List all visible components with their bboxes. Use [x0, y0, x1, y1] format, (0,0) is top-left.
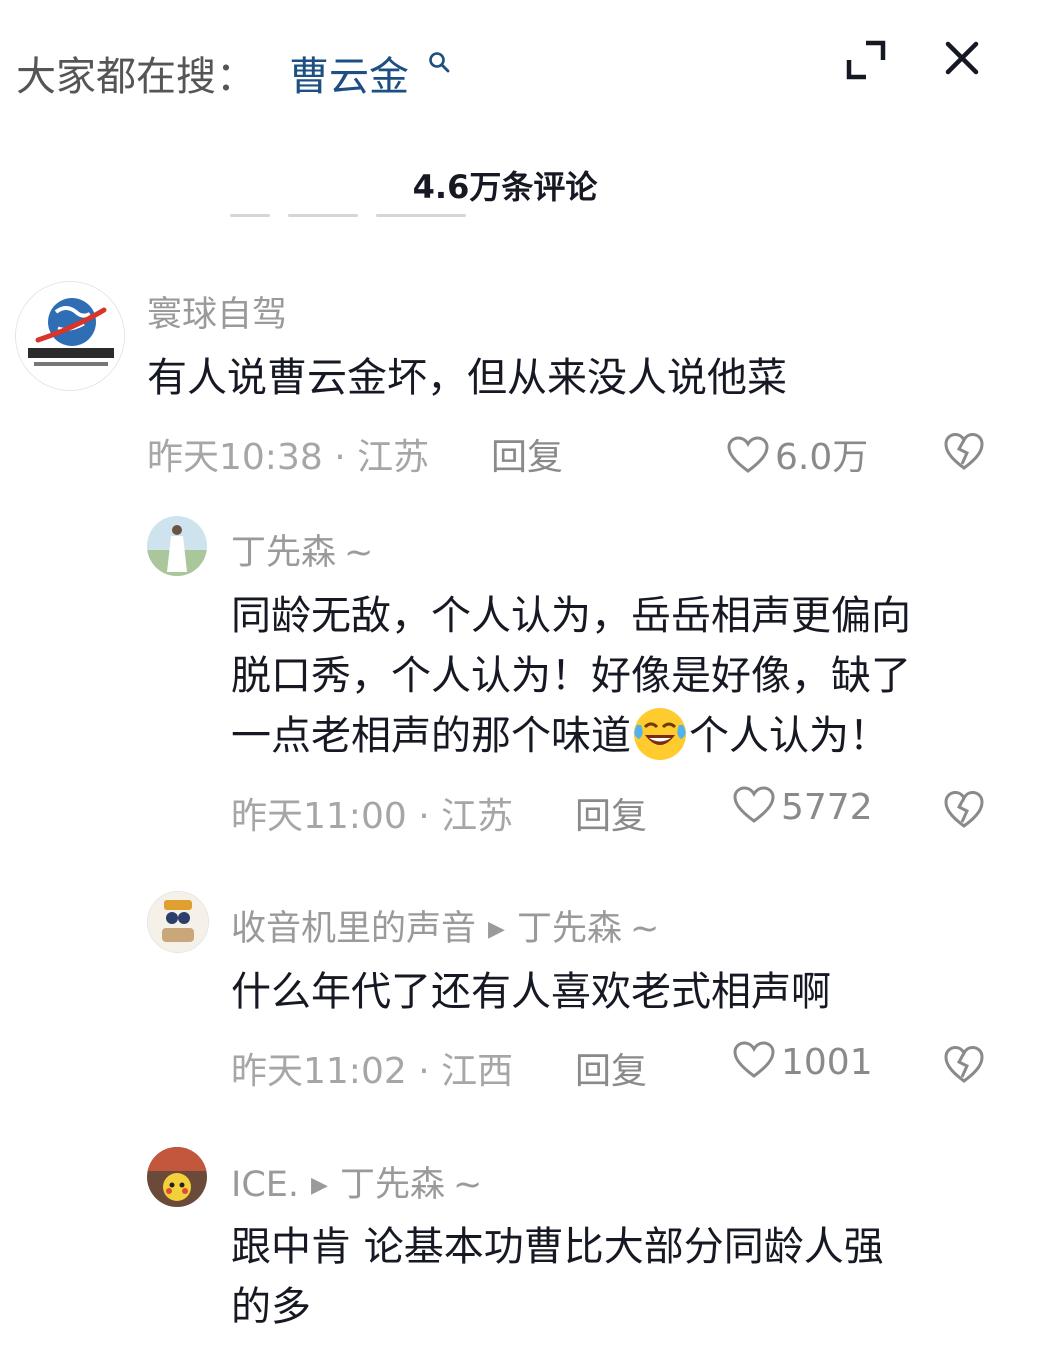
close-icon[interactable]: [944, 40, 980, 76]
comment-text-line: 脱口秀，个人认为！好像是好像，缺了: [231, 653, 911, 699]
heart-icon: [733, 1041, 775, 1078]
avatar[interactable]: [15, 281, 125, 391]
comment-username[interactable]: ICE. ▶ 丁先森 ~: [231, 1156, 482, 1207]
comment-text-line: 的多: [231, 1284, 311, 1330]
faded-strip: [230, 214, 490, 222]
comment-text-line: 跟中肯 论基本功曹比大部分同龄人强: [231, 1224, 884, 1270]
avatar[interactable]: [147, 891, 209, 953]
reply-button[interactable]: 回复: [491, 428, 563, 480]
avatar[interactable]: [147, 516, 207, 576]
reply-arrow-icon: ▶: [488, 917, 505, 942]
expand-icon[interactable]: [846, 40, 886, 80]
comment-text: 跟中肯 论基本功曹比大部分同龄人强 的多: [231, 1217, 884, 1337]
top-bar: 大家都在搜： 曹云金: [0, 0, 1040, 130]
comment-text-segment: 个人认为！: [689, 713, 889, 759]
reply-button[interactable]: 回复: [575, 787, 647, 839]
like-count: 6.0万: [775, 437, 869, 478]
tilde-mark: ~: [344, 533, 374, 573]
comment-text-line: 同龄无敌，个人认为，岳岳相声更偏向: [231, 593, 911, 639]
search-icon[interactable]: [427, 50, 451, 74]
comment-text-segment: 一点老相声的那个味道: [231, 713, 631, 759]
reply-arrow-icon: ▶: [311, 1173, 328, 1198]
comment-text: 有人说曹云金坏，但从来没人说他菜: [147, 355, 787, 401]
comment-meta: 昨天11:00 · 江苏: [231, 796, 514, 837]
reply-to-username[interactable]: 丁先森: [340, 1165, 445, 1205]
comment-text-line: 一点老相声的那个味道 个人认为！: [231, 706, 911, 767]
like-button[interactable]: 6.0万: [727, 428, 868, 480]
like-button[interactable]: 1001: [733, 1041, 873, 1083]
comment-username-text: ICE.: [231, 1165, 300, 1205]
broken-heart-icon[interactable]: [944, 1044, 984, 1084]
avatar[interactable]: [147, 1147, 207, 1207]
tilde-mark: ~: [452, 1165, 483, 1205]
laughing-tears-emoji-icon: [634, 708, 686, 760]
comment-text: 同龄无敌，个人认为，岳岳相声更偏向 脱口秀，个人认为！好像是好像，缺了 一点老相…: [231, 586, 911, 767]
comment-meta: 昨天10:38 · 江苏: [147, 437, 430, 478]
comment-username-text: 收音机里的声音: [231, 909, 477, 949]
comments-count-title: 4.6万条评论: [412, 168, 598, 206]
heart-icon: [727, 436, 769, 473]
comment-username[interactable]: 寰球自驾: [147, 286, 287, 337]
comment-username-text: 丁先森: [231, 533, 337, 573]
comment-meta: 昨天11:02 · 江西: [231, 1051, 514, 1092]
tilde-mark: ~: [629, 909, 660, 949]
heart-icon: [733, 786, 775, 823]
like-count: 5772: [781, 787, 873, 828]
search-term-link[interactable]: 曹云金: [289, 44, 409, 102]
comment-text: 什么年代了还有人喜欢老式相声啊: [231, 969, 831, 1015]
comment-username[interactable]: 收音机里的声音 ▶ 丁先森 ~: [231, 900, 659, 951]
like-button[interactable]: 5772: [733, 786, 873, 828]
reply-button[interactable]: 回复: [575, 1042, 647, 1094]
reply-to-username[interactable]: 丁先森: [517, 909, 622, 949]
broken-heart-icon[interactable]: [944, 789, 984, 829]
search-prefix: 大家都在搜：: [16, 54, 256, 100]
like-count: 1001: [781, 1042, 873, 1083]
comment-username[interactable]: 丁先森 ~: [231, 524, 373, 575]
broken-heart-icon[interactable]: [944, 431, 984, 471]
